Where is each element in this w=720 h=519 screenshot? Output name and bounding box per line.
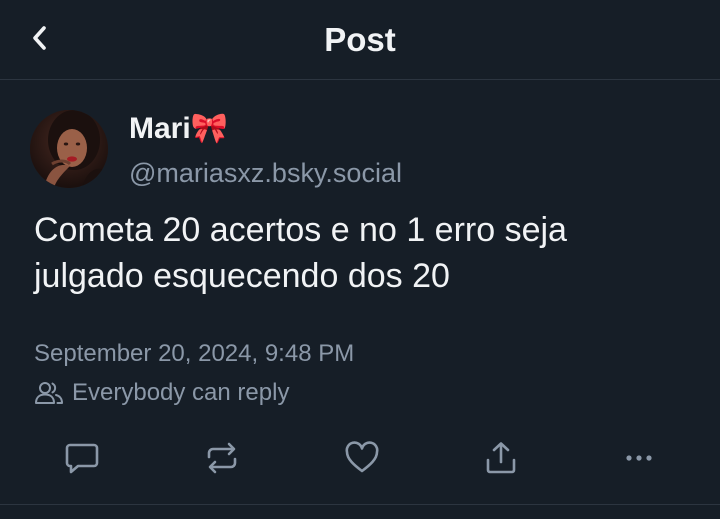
heart-icon (345, 441, 379, 473)
share-button[interactable] (479, 436, 523, 480)
post-timestamp: September 20, 2024, 9:48 PM (34, 340, 355, 367)
repost-arrows-icon (207, 442, 237, 474)
ellipsis-icon (626, 455, 652, 461)
avatar[interactable] (30, 110, 108, 188)
back-button[interactable] (22, 20, 58, 56)
repost-button[interactable] (200, 436, 244, 480)
chevron-left-icon (33, 26, 46, 50)
share-upload-icon (486, 442, 516, 474)
people-icon (35, 382, 63, 404)
author-handle[interactable]: @mariasxz.bsky.social (129, 156, 402, 190)
header-bar: Post (0, 0, 720, 80)
more-options-button[interactable] (617, 436, 661, 480)
author-display-name[interactable]: Mari🎀 (129, 110, 228, 148)
reply-button[interactable] (60, 436, 104, 480)
page-title: Post (324, 21, 396, 58)
post-text: Cometa 20 acertos e no 1 erro seja julga… (34, 211, 567, 295)
divider (0, 504, 720, 505)
speech-bubble-icon (65, 443, 99, 474)
user-avatar-image (30, 110, 108, 188)
reply-setting-label: Everybody can reply (72, 379, 290, 406)
like-button[interactable] (340, 436, 384, 480)
reply-setting[interactable]: Everybody can reply (34, 376, 289, 410)
